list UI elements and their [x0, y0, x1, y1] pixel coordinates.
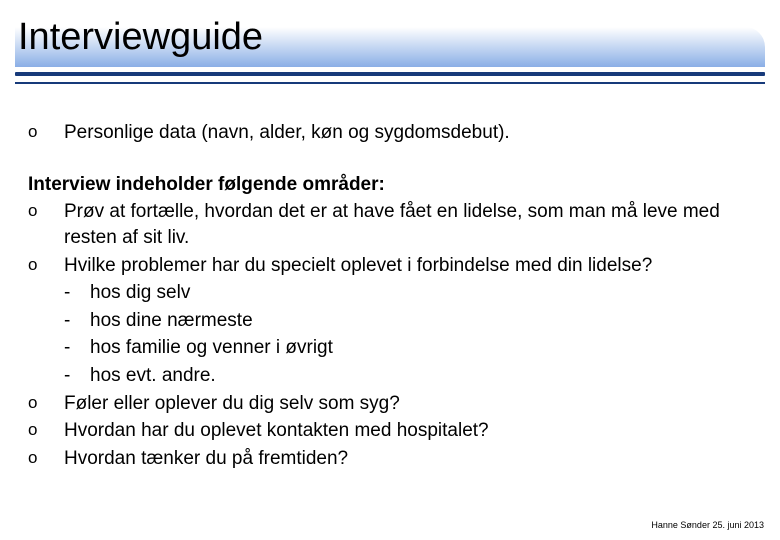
bullet-icon: o	[28, 391, 64, 415]
dash-icon: -	[64, 335, 90, 361]
sub-text: hos evt. andre.	[90, 363, 752, 389]
spacer	[28, 148, 752, 172]
item-text: Hvordan har du oplevet kontakten med hos…	[64, 418, 752, 444]
rule-thick	[15, 72, 765, 76]
sub-text: hos dig selv	[90, 280, 752, 306]
footer-credit: Hanne Sønder 25. juni 2013	[651, 520, 764, 530]
sub-item: - hos dine nærmeste	[64, 308, 752, 334]
intro-text: Personlige data (navn, alder, køn og syg…	[64, 120, 752, 146]
item-text: Hvilke problemer har du specielt oplevet…	[64, 253, 752, 279]
bullet-icon: o	[28, 446, 64, 470]
slide-title: Interviewguide	[18, 16, 263, 59]
content: o Personlige data (navn, alder, køn og s…	[28, 120, 752, 474]
list-item: o Hvordan tænker du på fremtiden?	[28, 446, 752, 472]
sub-item: - hos evt. andre.	[64, 363, 752, 389]
item-text: Prøv at fortælle, hvordan det er at have…	[64, 199, 752, 250]
bullet-icon: o	[28, 253, 64, 277]
intro-row: o Personlige data (navn, alder, køn og s…	[28, 120, 752, 146]
list-item: o Prøv at fortælle, hvordan det er at ha…	[28, 199, 752, 250]
section-heading: Interview indeholder følgende områder:	[28, 172, 752, 198]
sub-text: hos dine nærmeste	[90, 308, 752, 334]
bullet-icon: o	[28, 120, 64, 144]
bullet-icon: o	[28, 418, 64, 442]
slide: Interviewguide o Personlige data (navn, …	[0, 0, 780, 540]
list-item: o Føler eller oplever du dig selv som sy…	[28, 391, 752, 417]
item-text: Føler eller oplever du dig selv som syg?	[64, 391, 752, 417]
dash-icon: -	[64, 363, 90, 389]
sub-text: hos familie og venner i øvrigt	[90, 335, 752, 361]
sub-list: - hos dig selv - hos dine nærmeste - hos…	[28, 280, 752, 389]
bullet-icon: o	[28, 199, 64, 223]
sub-item: - hos familie og venner i øvrigt	[64, 335, 752, 361]
list-item: o Hvilke problemer har du specielt oplev…	[28, 253, 752, 279]
dash-icon: -	[64, 308, 90, 334]
item-text: Hvordan tænker du på fremtiden?	[64, 446, 752, 472]
dash-icon: -	[64, 280, 90, 306]
rule-thin	[15, 82, 765, 84]
sub-item: - hos dig selv	[64, 280, 752, 306]
list-item: o Hvordan har du oplevet kontakten med h…	[28, 418, 752, 444]
